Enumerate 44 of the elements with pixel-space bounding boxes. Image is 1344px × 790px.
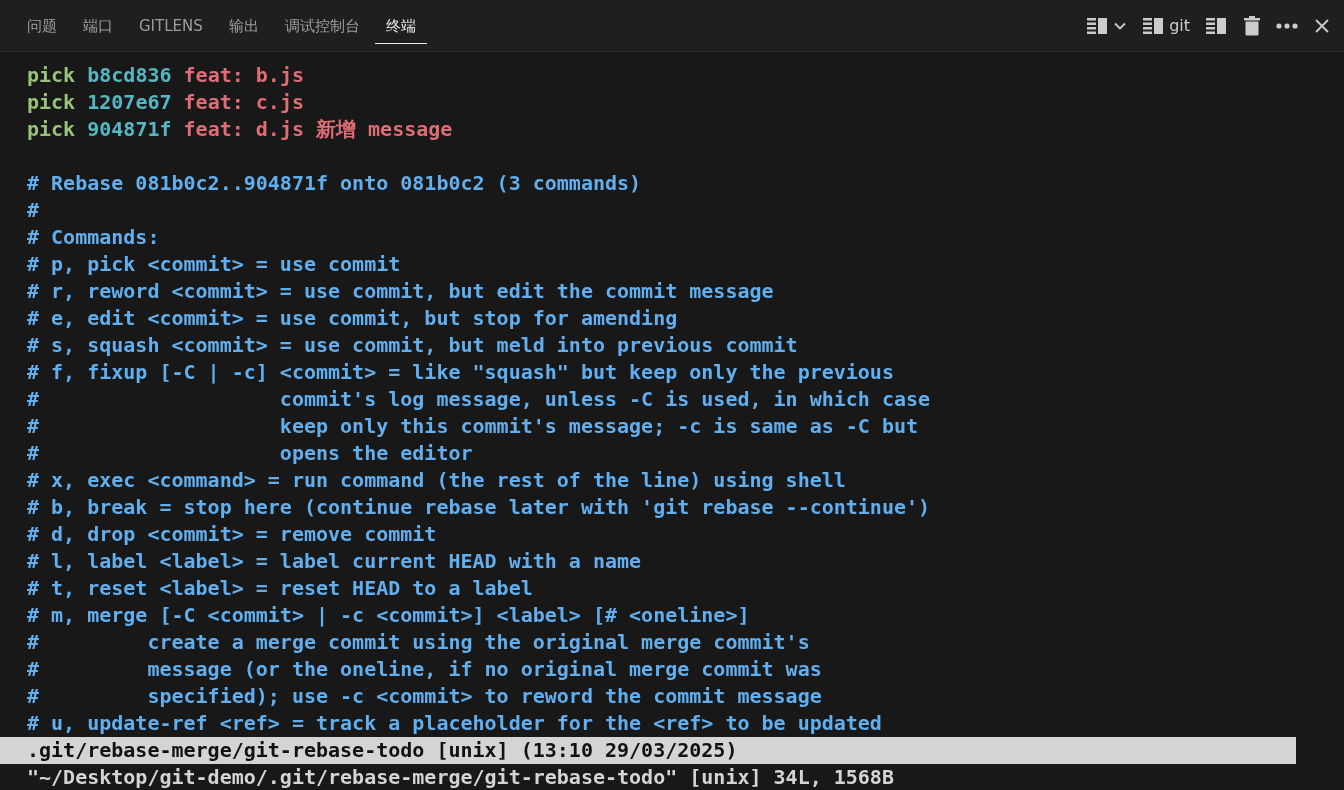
comment-line: # specified); use -c <commit> to reword the commit message: [27, 684, 822, 708]
commit-message: feat: c.js: [183, 90, 304, 114]
panel-tab[interactable]: GITLENS: [128, 9, 214, 44]
terminal-selector[interactable]: git: [1141, 14, 1192, 37]
comment-line: # s, squash <commit> = use commit, but meld into previous commit: [27, 333, 798, 357]
command-keyword: pick: [27, 90, 76, 114]
panel-tab[interactable]: 输出: [217, 9, 270, 44]
command-keyword: pick: [27, 117, 76, 141]
comment-line: # Commands:: [27, 225, 160, 249]
comment-line: # opens the editor: [27, 441, 473, 465]
comment-line: # message (or the oneline, if no original merge commit was: [27, 657, 822, 681]
split-terminal-icon[interactable]: [1143, 16, 1166, 35]
comment-line: # x, exec <command> = run command (the rest of the line) using shell: [27, 468, 846, 492]
comment-line: #: [27, 198, 40, 222]
trash-icon[interactable]: [1244, 15, 1260, 36]
comment-line: # e, edit <commit> = use commit, but stop for amending: [27, 306, 678, 330]
comment-line: # d, drop <commit> = remove commit: [27, 522, 437, 546]
comment-line: # p, pick <commit> = use commit: [27, 252, 401, 276]
split-terminal-icon[interactable]: [1087, 16, 1110, 35]
panel-tab[interactable]: 问题: [16, 9, 68, 44]
comment-line: # create a merge commit using the original merge commit's: [27, 630, 810, 654]
panel-tab[interactable]: 端口: [72, 9, 124, 44]
commit-message: feat: d.js 新增 message: [183, 117, 453, 141]
comment-line: # t, reset <label> = reset HEAD to a label: [27, 576, 533, 600]
comment-line: # l, label <label> = label current HEAD with a name: [27, 549, 642, 573]
commit-message: feat: b.js: [183, 63, 304, 87]
close-icon[interactable]: [1314, 17, 1330, 34]
message-line: "~/Desktop/git-demo/.git/rebase-merge/git-rebase-todo" [unix] 34L, 1568B: [27, 764, 895, 790]
panel-tab[interactable]: 终端: [374, 9, 427, 44]
commit-hash: b8cd836: [87, 63, 172, 87]
more-icon[interactable]: [1276, 22, 1298, 29]
comment-line: # m, merge [-C <commit> | -c <commit>] <label> [# <oneline>]: [27, 603, 750, 627]
panel-tab[interactable]: 调试控制台: [273, 9, 371, 44]
comment-line: # r, reword <commit> = use commit, but edit the commit message: [27, 279, 774, 303]
comment-line: # f, fixup [-C | -c] <commit> = like "squash" but keep only the previous: [27, 360, 894, 384]
comment-line: # u, update-ref <ref> = track a placeholder for the <ref> to be updated: [27, 711, 882, 735]
comment-line: # commit's log message, unless -C is used, in which case: [27, 387, 931, 411]
comment-line: # keep only this commit's message; -c is same as -C but: [27, 414, 919, 438]
commit-hash: 904871f: [87, 117, 172, 141]
commit-hash: 1207e67: [87, 90, 172, 114]
split-terminal-icon[interactable]: [1206, 16, 1228, 35]
comment-line: # Rebase 081b0c2..904871f onto 081b0c2 (3 commands): [27, 171, 642, 195]
command-keyword: pick: [27, 63, 76, 87]
comment-line: # b, break = stop here (continue rebase later with 'git rebase --continue'): [27, 495, 931, 519]
